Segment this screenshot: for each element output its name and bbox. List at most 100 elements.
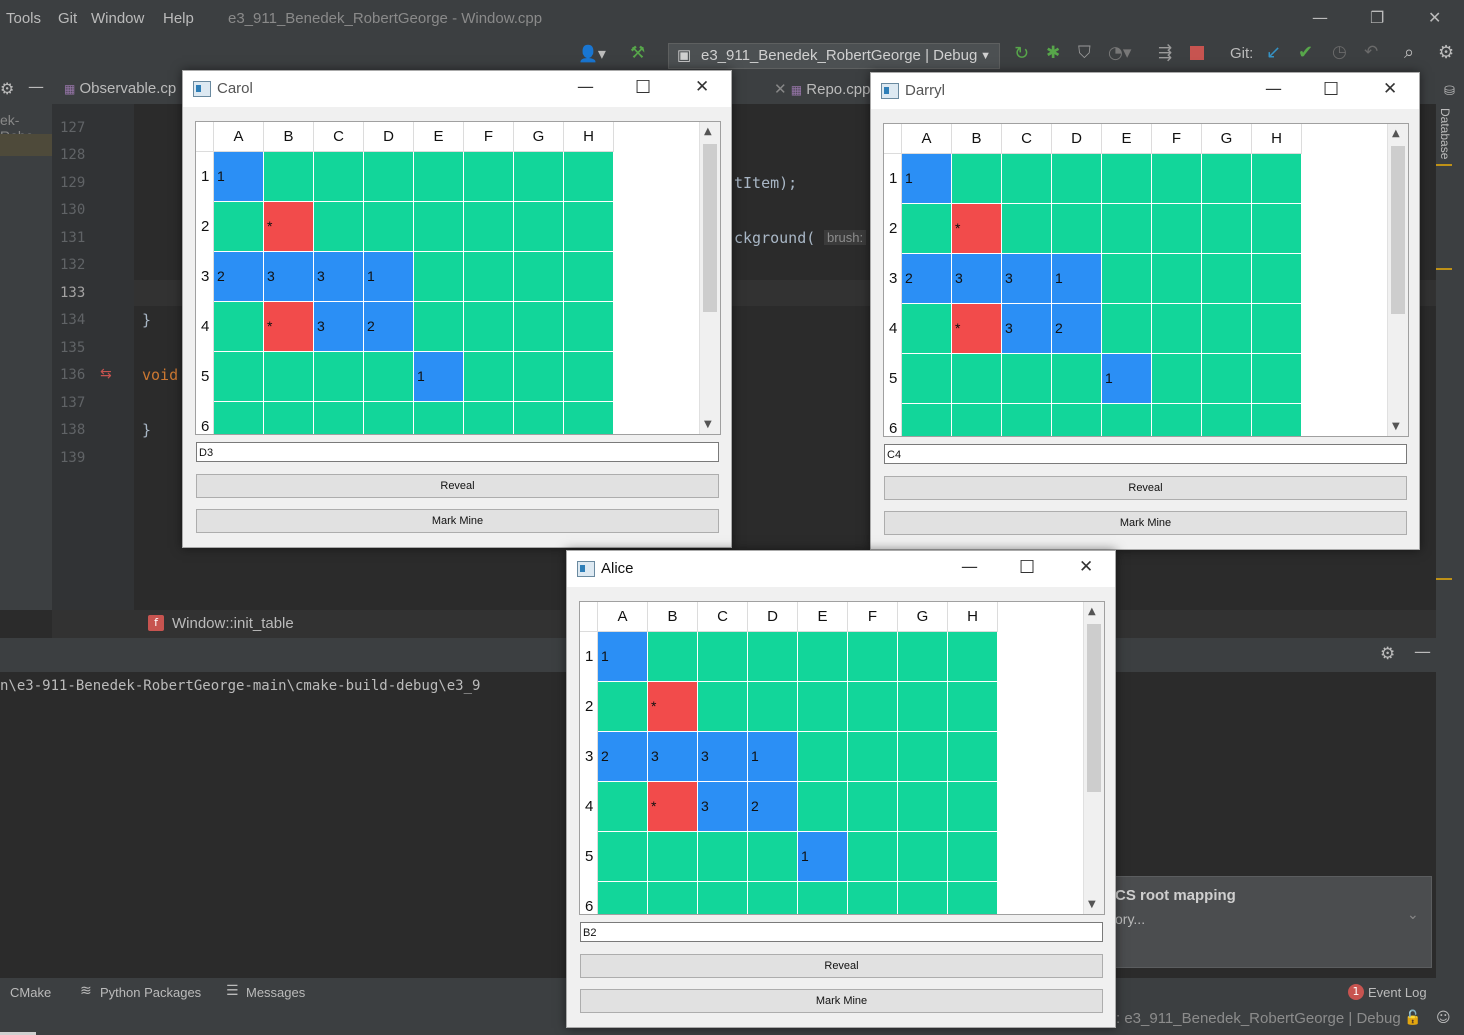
debug-bug-icon[interactable]: ✱ xyxy=(1046,43,1060,63)
hidden-cell[interactable] xyxy=(1102,304,1152,354)
hidden-cell[interactable] xyxy=(948,832,998,882)
hidden-cell[interactable] xyxy=(464,302,514,352)
table-corner[interactable] xyxy=(580,602,598,632)
hidden-cell[interactable] xyxy=(514,402,564,434)
hidden-cell[interactable] xyxy=(1252,354,1302,404)
column-header[interactable]: H xyxy=(1252,124,1302,154)
revealed-cell[interactable]: 3 xyxy=(264,252,314,302)
hidden-cell[interactable] xyxy=(1002,354,1052,404)
hidden-cell[interactable] xyxy=(364,352,414,402)
hidden-cell[interactable] xyxy=(414,252,464,302)
column-header[interactable]: H xyxy=(564,122,614,152)
hidden-cell[interactable] xyxy=(1052,204,1102,254)
hidden-cell[interactable] xyxy=(648,882,698,914)
hidden-cell[interactable] xyxy=(1252,254,1302,304)
hidden-cell[interactable] xyxy=(1152,154,1202,204)
hidden-cell[interactable] xyxy=(1202,254,1252,304)
lock-icon[interactable]: 🔓 xyxy=(1404,1010,1421,1026)
hidden-cell[interactable] xyxy=(698,832,748,882)
revealed-cell[interactable]: 3 xyxy=(698,732,748,782)
mine-cell[interactable]: * xyxy=(264,302,314,352)
ide-minimize-icon[interactable]: — xyxy=(1312,8,1328,27)
git-commit-icon[interactable]: ✔ xyxy=(1298,42,1313,63)
hidden-cell[interactable] xyxy=(364,152,414,202)
column-header[interactable]: F xyxy=(848,602,898,632)
hidden-cell[interactable] xyxy=(798,782,848,832)
hidden-cell[interactable] xyxy=(952,354,1002,404)
revealed-cell[interactable]: 3 xyxy=(648,732,698,782)
revealed-cell[interactable]: 2 xyxy=(214,252,264,302)
reveal-button[interactable]: Reveal xyxy=(884,476,1407,500)
hidden-cell[interactable] xyxy=(1102,204,1152,254)
hidden-cell[interactable] xyxy=(798,882,848,914)
hidden-cell[interactable] xyxy=(1052,154,1102,204)
hidden-cell[interactable] xyxy=(698,682,748,732)
tab-observable[interactable]: ▦ Observable.cp xyxy=(64,80,176,97)
hidden-cell[interactable] xyxy=(214,302,264,352)
hidden-cell[interactable] xyxy=(1252,154,1302,204)
git-rollback-icon[interactable]: ↶ xyxy=(1364,42,1378,62)
hidden-cell[interactable] xyxy=(902,354,952,404)
hidden-cell[interactable] xyxy=(514,202,564,252)
panel-minimize-icon[interactable]: — xyxy=(1414,642,1431,662)
rerun-icon[interactable]: ↻ xyxy=(1014,43,1029,64)
game-board-table[interactable]: A B C D E F G H 1 1 2 * 3 2 3 3 1 4 * 3 2 5 1 6 ▲ ▼ xyxy=(883,123,1409,437)
maximize-icon[interactable]: ☐ xyxy=(635,77,651,98)
hidden-cell[interactable] xyxy=(314,402,364,434)
mark-mine-button[interactable]: Mark Mine xyxy=(580,989,1103,1013)
hidden-cell[interactable] xyxy=(264,402,314,434)
hidden-cell[interactable] xyxy=(648,832,698,882)
cell-input-field[interactable]: D3 xyxy=(196,442,719,462)
hidden-cell[interactable] xyxy=(564,152,614,202)
revealed-cell[interactable]: 3 xyxy=(314,252,364,302)
hidden-cell[interactable] xyxy=(748,832,798,882)
hidden-cell[interactable] xyxy=(214,352,264,402)
scroll-down-icon[interactable]: ▼ xyxy=(704,419,712,430)
hidden-cell[interactable] xyxy=(364,202,414,252)
hidden-cell[interactable] xyxy=(902,204,952,254)
scroll-down-icon[interactable]: ▼ xyxy=(1088,899,1096,910)
scroll-up-icon[interactable]: ▲ xyxy=(1392,128,1400,139)
hidden-cell[interactable] xyxy=(898,782,948,832)
hidden-cell[interactable] xyxy=(464,402,514,434)
hidden-cell[interactable] xyxy=(748,882,798,914)
user-icon[interactable]: 👤▾ xyxy=(578,44,606,63)
hidden-cell[interactable] xyxy=(564,202,614,252)
git-update-icon[interactable]: ↙ xyxy=(1266,42,1281,63)
column-header[interactable]: D xyxy=(748,602,798,632)
row-header[interactable]: 3 xyxy=(196,252,214,302)
messages-tool-button[interactable]: Messages xyxy=(246,985,305,1000)
panel-gear-icon[interactable]: ⚙ xyxy=(1380,644,1395,664)
hidden-cell[interactable] xyxy=(648,632,698,682)
scroll-up-icon[interactable]: ▲ xyxy=(1088,606,1096,617)
mine-cell[interactable]: * xyxy=(952,304,1002,354)
hidden-cell[interactable] xyxy=(564,252,614,302)
hidden-cell[interactable] xyxy=(898,682,948,732)
ide-close-icon[interactable]: ✕ xyxy=(1428,8,1441,27)
hidden-cell[interactable] xyxy=(798,732,848,782)
hidden-cell[interactable] xyxy=(314,202,364,252)
hidden-cell[interactable] xyxy=(898,882,948,914)
hidden-cell[interactable] xyxy=(414,202,464,252)
close-icon[interactable]: ✕ xyxy=(1383,79,1397,99)
hidden-cell[interactable] xyxy=(1202,304,1252,354)
python-packages-tool-button[interactable]: Python Packages xyxy=(100,985,201,1000)
stop-icon[interactable] xyxy=(1190,46,1204,60)
hidden-cell[interactable] xyxy=(1202,204,1252,254)
row-header[interactable]: 4 xyxy=(884,304,902,354)
column-header[interactable]: D xyxy=(364,122,414,152)
hidden-cell[interactable] xyxy=(848,632,898,682)
search-icon[interactable]: ⌕ xyxy=(1404,42,1414,63)
run-configuration-select[interactable]: ▣ e3_911_Benedek_RobertGeorge | Debug ▼ xyxy=(668,43,1000,69)
revealed-cell[interactable]: 1 xyxy=(364,252,414,302)
revealed-cell[interactable]: 2 xyxy=(598,732,648,782)
column-header[interactable]: E xyxy=(414,122,464,152)
close-icon[interactable]: ✕ xyxy=(1079,557,1093,577)
menu-git[interactable]: Git xyxy=(58,10,77,27)
database-icon[interactable]: ⛁ xyxy=(1444,84,1455,99)
hidden-cell[interactable] xyxy=(464,152,514,202)
cell-input-field[interactable]: B2 xyxy=(580,922,1103,942)
revealed-cell[interactable]: 3 xyxy=(1002,254,1052,304)
hidden-cell[interactable] xyxy=(1252,404,1302,436)
column-header[interactable]: H xyxy=(948,602,998,632)
